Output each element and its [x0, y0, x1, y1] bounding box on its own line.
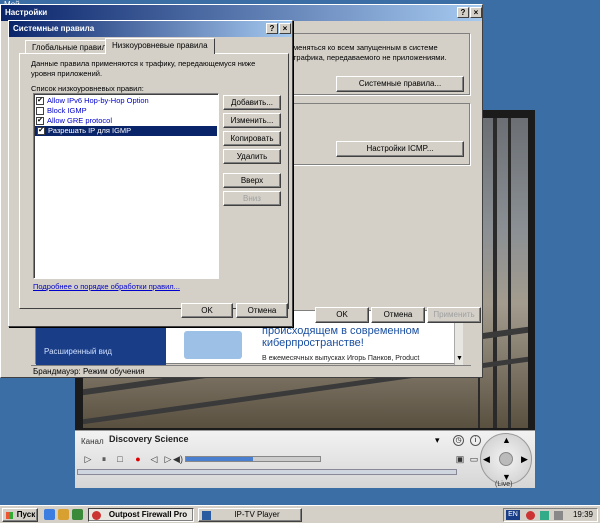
task-iptv[interactable]: IP-TV Player: [198, 508, 302, 522]
settings-title: Настройки: [5, 8, 48, 17]
edit-rule-button[interactable]: Изменить...: [223, 113, 281, 128]
rule-label: Allow GRE protocol: [47, 116, 113, 125]
screen-icon[interactable]: ▭: [467, 453, 481, 465]
start-label: Пуск: [16, 510, 36, 519]
system-rules-dialog: Системные правила ? × Глобальные правила…: [8, 20, 293, 327]
arrow-right-icon[interactable]: ▶: [521, 454, 528, 465]
settings-cancel-button[interactable]: Отмена: [371, 307, 425, 323]
tv-icon: [202, 511, 211, 520]
tab-low-level-rules[interactable]: Низкоуровневые правила: [105, 38, 215, 54]
system-rules-title: Системные правила: [13, 24, 95, 33]
dialog-help-button[interactable]: ?: [266, 23, 278, 34]
checkbox[interactable]: ✔: [37, 127, 45, 135]
close-button[interactable]: ×: [470, 7, 482, 18]
network-tray-icon[interactable]: [540, 511, 549, 520]
status-bar: Брандмауэр: Режим обучения: [31, 365, 471, 377]
windows-logo-icon: [6, 512, 13, 519]
checkbox[interactable]: [36, 107, 44, 115]
language-indicator[interactable]: EN: [506, 510, 520, 520]
taskbar: Пуск Outpost Firewall Pro IP-TV Player E…: [0, 505, 600, 523]
settings-desc-line1: меняться ко всем запущенным в системе: [293, 43, 438, 52]
arrow-up-icon[interactable]: ▲: [502, 435, 511, 445]
play-icon[interactable]: ▷: [81, 453, 95, 465]
task-label: Outpost Firewall Pro: [108, 510, 188, 519]
rule-label: Разрешать IP для IGMP: [48, 126, 132, 135]
settings-desc-line2: трафика, передаваемого не приложениями.: [293, 53, 447, 62]
ie-icon[interactable]: [44, 509, 55, 520]
checkbox[interactable]: ✔: [36, 97, 44, 105]
player-controls: Канал Discovery Science ▾ ◷ i ▷ ⏸ □ ● ◁ …: [75, 430, 535, 488]
scroll-down-icon[interactable]: ▼: [456, 355, 463, 362]
icmp-settings-button[interactable]: Настройки ICMP...: [336, 141, 464, 157]
start-button[interactable]: Пуск: [2, 508, 38, 522]
list-item-selected[interactable]: ✔ Разрешать IP для IGMP: [35, 126, 217, 136]
volume-slider[interactable]: [185, 456, 321, 462]
rule-label: Block IGMP: [47, 106, 87, 115]
system-tray: EN 19:39: [503, 508, 598, 522]
checkbox[interactable]: ✔: [36, 117, 44, 125]
move-down-button[interactable]: Вниз: [223, 191, 281, 206]
dialog-cancel-button[interactable]: Отмена: [236, 303, 288, 318]
rules-description: Данные правила применяются к трафику, пе…: [31, 59, 256, 78]
task-label: IP-TV Player: [234, 510, 280, 519]
list-item[interactable]: Block IGMP: [34, 106, 218, 116]
list-item[interactable]: ✔ Allow IPv6 Hop-by-Hop Option: [34, 96, 218, 106]
volume-icon[interactable]: ◀): [171, 453, 185, 465]
settings-desc: меняться ко всем запущенным в системе тр…: [293, 43, 447, 63]
news-headline[interactable]: происходящем в современном киберпростран…: [262, 325, 452, 349]
seek-bar[interactable]: [77, 469, 457, 475]
pause-icon[interactable]: ⏸: [97, 453, 111, 465]
delete-rule-button[interactable]: Удалить: [223, 149, 281, 164]
clock: 19:39: [572, 510, 593, 519]
tab-global-rules[interactable]: Глобальные правила: [25, 40, 118, 54]
info-icon[interactable]: i: [470, 435, 481, 446]
record-icon[interactable]: ●: [131, 453, 145, 465]
task-outpost[interactable]: Outpost Firewall Pro: [88, 508, 194, 522]
video-detail: [493, 118, 497, 428]
channel-select[interactable]: Discovery Science: [105, 433, 445, 447]
news-subtext: В ежемесячных выпусках Игорь Панков, Pro…: [262, 355, 420, 362]
copy-rule-button[interactable]: Копировать: [223, 131, 281, 146]
settings-apply-button[interactable]: Применить: [427, 307, 481, 323]
desktop-icon[interactable]: [72, 509, 83, 520]
live-label: (Live): [495, 481, 513, 488]
channel-label: Канал: [81, 437, 104, 446]
add-rule-button[interactable]: Добавить...: [223, 95, 281, 110]
move-up-button[interactable]: Вверх: [223, 173, 281, 188]
list-item[interactable]: ✔ Allow GRE protocol: [34, 116, 218, 126]
chevron-down-icon[interactable]: ▾: [435, 435, 440, 446]
system-rules-button[interactable]: Системные правила...: [336, 76, 464, 92]
firewall-tray-icon[interactable]: [526, 511, 535, 520]
rewind-icon[interactable]: ◁: [147, 453, 161, 465]
volume-tray-icon[interactable]: [554, 511, 563, 520]
clock-icon[interactable]: ◷: [453, 435, 464, 446]
dialog-close-button[interactable]: ×: [279, 23, 291, 34]
dpad-center[interactable]: [499, 452, 513, 466]
settings-titlebar[interactable]: Настройки ? ×: [1, 5, 482, 21]
stop-icon[interactable]: □: [113, 453, 127, 465]
volume-fill: [186, 457, 253, 461]
system-rules-titlebar[interactable]: Системные правила ? ×: [9, 21, 292, 37]
settings-ok-button[interactable]: OK: [315, 307, 369, 323]
rules-list[interactable]: ✔ Allow IPv6 Hop-by-Hop Option Block IGM…: [33, 93, 219, 279]
dpad-control[interactable]: ▲ ▼ ◀ ▶: [480, 433, 532, 485]
arrow-left-icon[interactable]: ◀: [483, 454, 490, 465]
news-logo: [184, 331, 242, 359]
outpost-icon: [92, 511, 101, 520]
rules-list-label: Список низкоуровневых правил:: [31, 84, 144, 93]
rule-label: Allow IPv6 Hop-by-Hop Option: [47, 96, 149, 105]
snapshot-icon[interactable]: ▣: [453, 453, 467, 465]
help-button[interactable]: ?: [457, 7, 469, 18]
rules-order-link[interactable]: Подробнее о порядке обработки правил...: [33, 282, 180, 291]
video-detail: [508, 118, 511, 428]
advanced-view-link[interactable]: Расширенный вид: [44, 347, 112, 356]
folder-icon[interactable]: [58, 509, 69, 520]
dialog-ok-button[interactable]: OK: [181, 303, 233, 318]
